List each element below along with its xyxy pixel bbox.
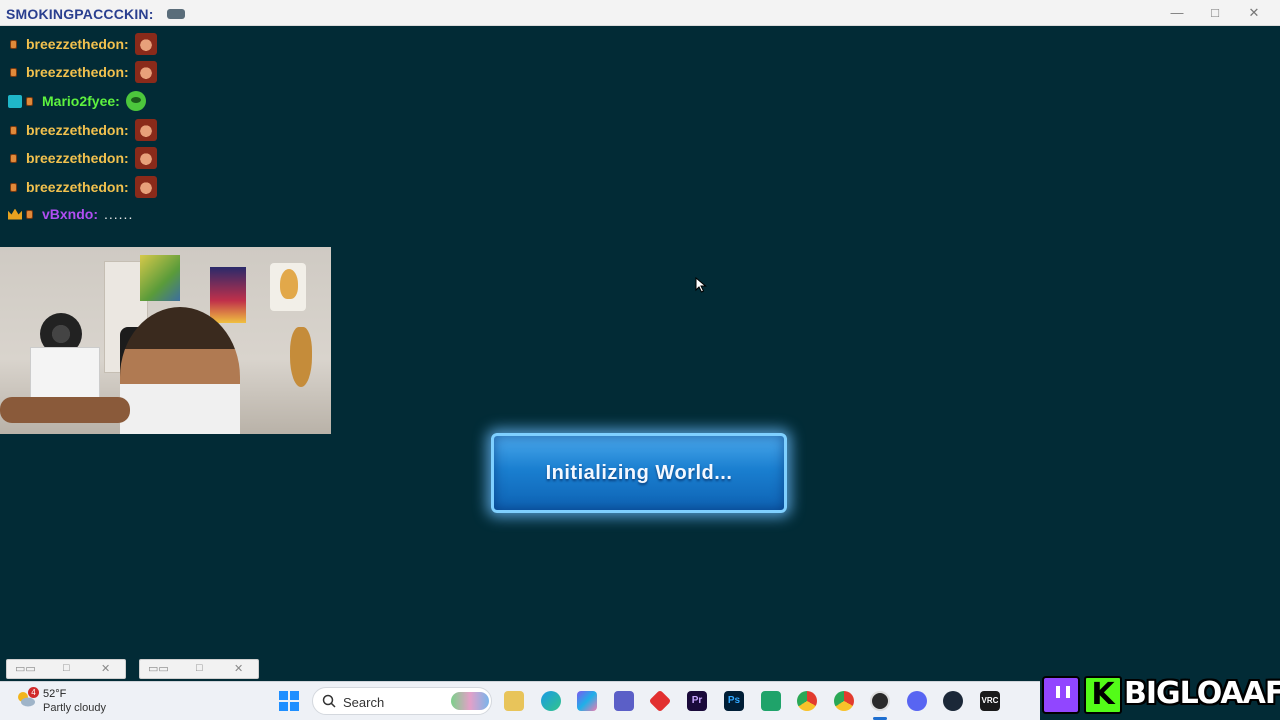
edge-icon[interactable] [541,691,561,711]
chat-message: breezzethedon: [10,146,157,170]
twitch-icon [1042,676,1080,714]
chat-username: breezzethedon: [26,150,129,166]
chat-username: vBxndo: [42,206,98,222]
loading-panel: Initializing World... [491,433,787,513]
brand-name: BIGLOAAF [1124,676,1280,711]
window-thumbnail-icon: ▭▭ [15,663,36,675]
window-thumbnail-icon: ▭▭ [148,663,169,675]
face-emote-icon [134,147,157,169]
maximize-icon[interactable]: □ [63,662,70,674]
weather-condition[interactable]: Partly cloudy [43,702,106,714]
discord-icon[interactable] [907,691,927,711]
loading-text: Initializing World... [545,461,733,484]
background-poster [210,267,246,323]
red-app-icon[interactable] [648,689,672,713]
moderator-badge-icon [8,94,22,108]
maximize-icon[interactable]: □ [196,662,203,674]
minimize-icon[interactable]: — [1166,4,1188,22]
steam-icon[interactable] [943,691,963,711]
green-app-icon[interactable] [761,691,781,711]
background-guitar [290,327,312,387]
chat-username: breezzethedon: [26,64,129,80]
obs-icon[interactable] [870,691,890,711]
sub-badge-icon [10,153,17,163]
sub-badge-icon [10,67,17,77]
search-highlight-icon [451,692,489,710]
sub-badge-icon [10,39,17,49]
windows-start-icon[interactable] [279,691,299,711]
background-poster [140,255,180,301]
teams-icon[interactable] [614,691,634,711]
webcam-feed [0,247,331,434]
chat-message: vBxndo: ...... [8,202,133,226]
chat-message: breezzethedon: [10,118,157,142]
chat-message: breezzethedon: [10,60,157,84]
minimized-window[interactable]: ▭▭ □ ✕ [6,659,126,679]
search-icon [322,694,336,708]
streamer-arm [0,397,130,423]
close-icon[interactable]: ✕ [101,662,110,675]
photoshop-icon[interactable]: Ps [724,691,744,711]
chat-username: breezzethedon: [26,36,129,52]
chat-username: breezzethedon: [26,179,129,195]
close-icon[interactable]: ✕ [234,662,243,675]
file-explorer-icon[interactable] [504,691,524,711]
kick-icon: K [1084,676,1122,714]
face-emote-icon [134,176,157,198]
taskbar-search-input[interactable]: Search [312,687,492,715]
premiere-pro-icon[interactable]: Pr [687,691,707,711]
face-emote-icon [134,33,157,55]
mouse-cursor-icon [695,277,707,293]
vrchat-icon[interactable]: VRC [980,691,1000,711]
sub-badge-icon [10,182,17,192]
sub-badge-icon [10,125,17,135]
frog-emote-icon [125,91,146,111]
face-emote-icon [134,61,157,83]
chat-message: breezzethedon: [10,32,157,56]
chat-username: breezzethedon: [26,122,129,138]
chrome-icon[interactable] [834,691,854,711]
title-badge-icon [167,9,185,19]
background-poster [270,263,306,311]
notification-badge: 4 [28,687,39,698]
minimized-window[interactable]: ▭▭ □ ✕ [139,659,259,679]
streamer-brand-overlay: K BIGLOAAF [1040,670,1280,720]
window-title-bar: SMOKINGPACCCKIN: — □ ✕ [0,0,1280,26]
window-title: SMOKINGPACCCKIN: [6,6,154,22]
chat-message: Mario2fyee: [8,89,146,113]
chrome-icon[interactable] [797,691,817,711]
chat-text: ...... [104,206,134,222]
face-emote-icon [134,119,157,141]
close-icon[interactable]: ✕ [1243,4,1265,22]
sub-badge-icon [26,209,33,219]
chat-username: Mario2fyee: [42,93,120,109]
search-label: Search [343,695,385,710]
streamer [120,307,240,434]
chat-message: breezzethedon: [10,175,157,199]
copilot-icon[interactable] [577,691,597,711]
taskbar: 4 52°F Partly cloudy Search Pr Ps VRC [0,681,1040,720]
weather-temperature[interactable]: 52°F [43,688,66,700]
maximize-icon[interactable]: □ [1204,4,1226,22]
sub-badge-icon [26,96,33,106]
crown-badge-icon [8,208,22,220]
